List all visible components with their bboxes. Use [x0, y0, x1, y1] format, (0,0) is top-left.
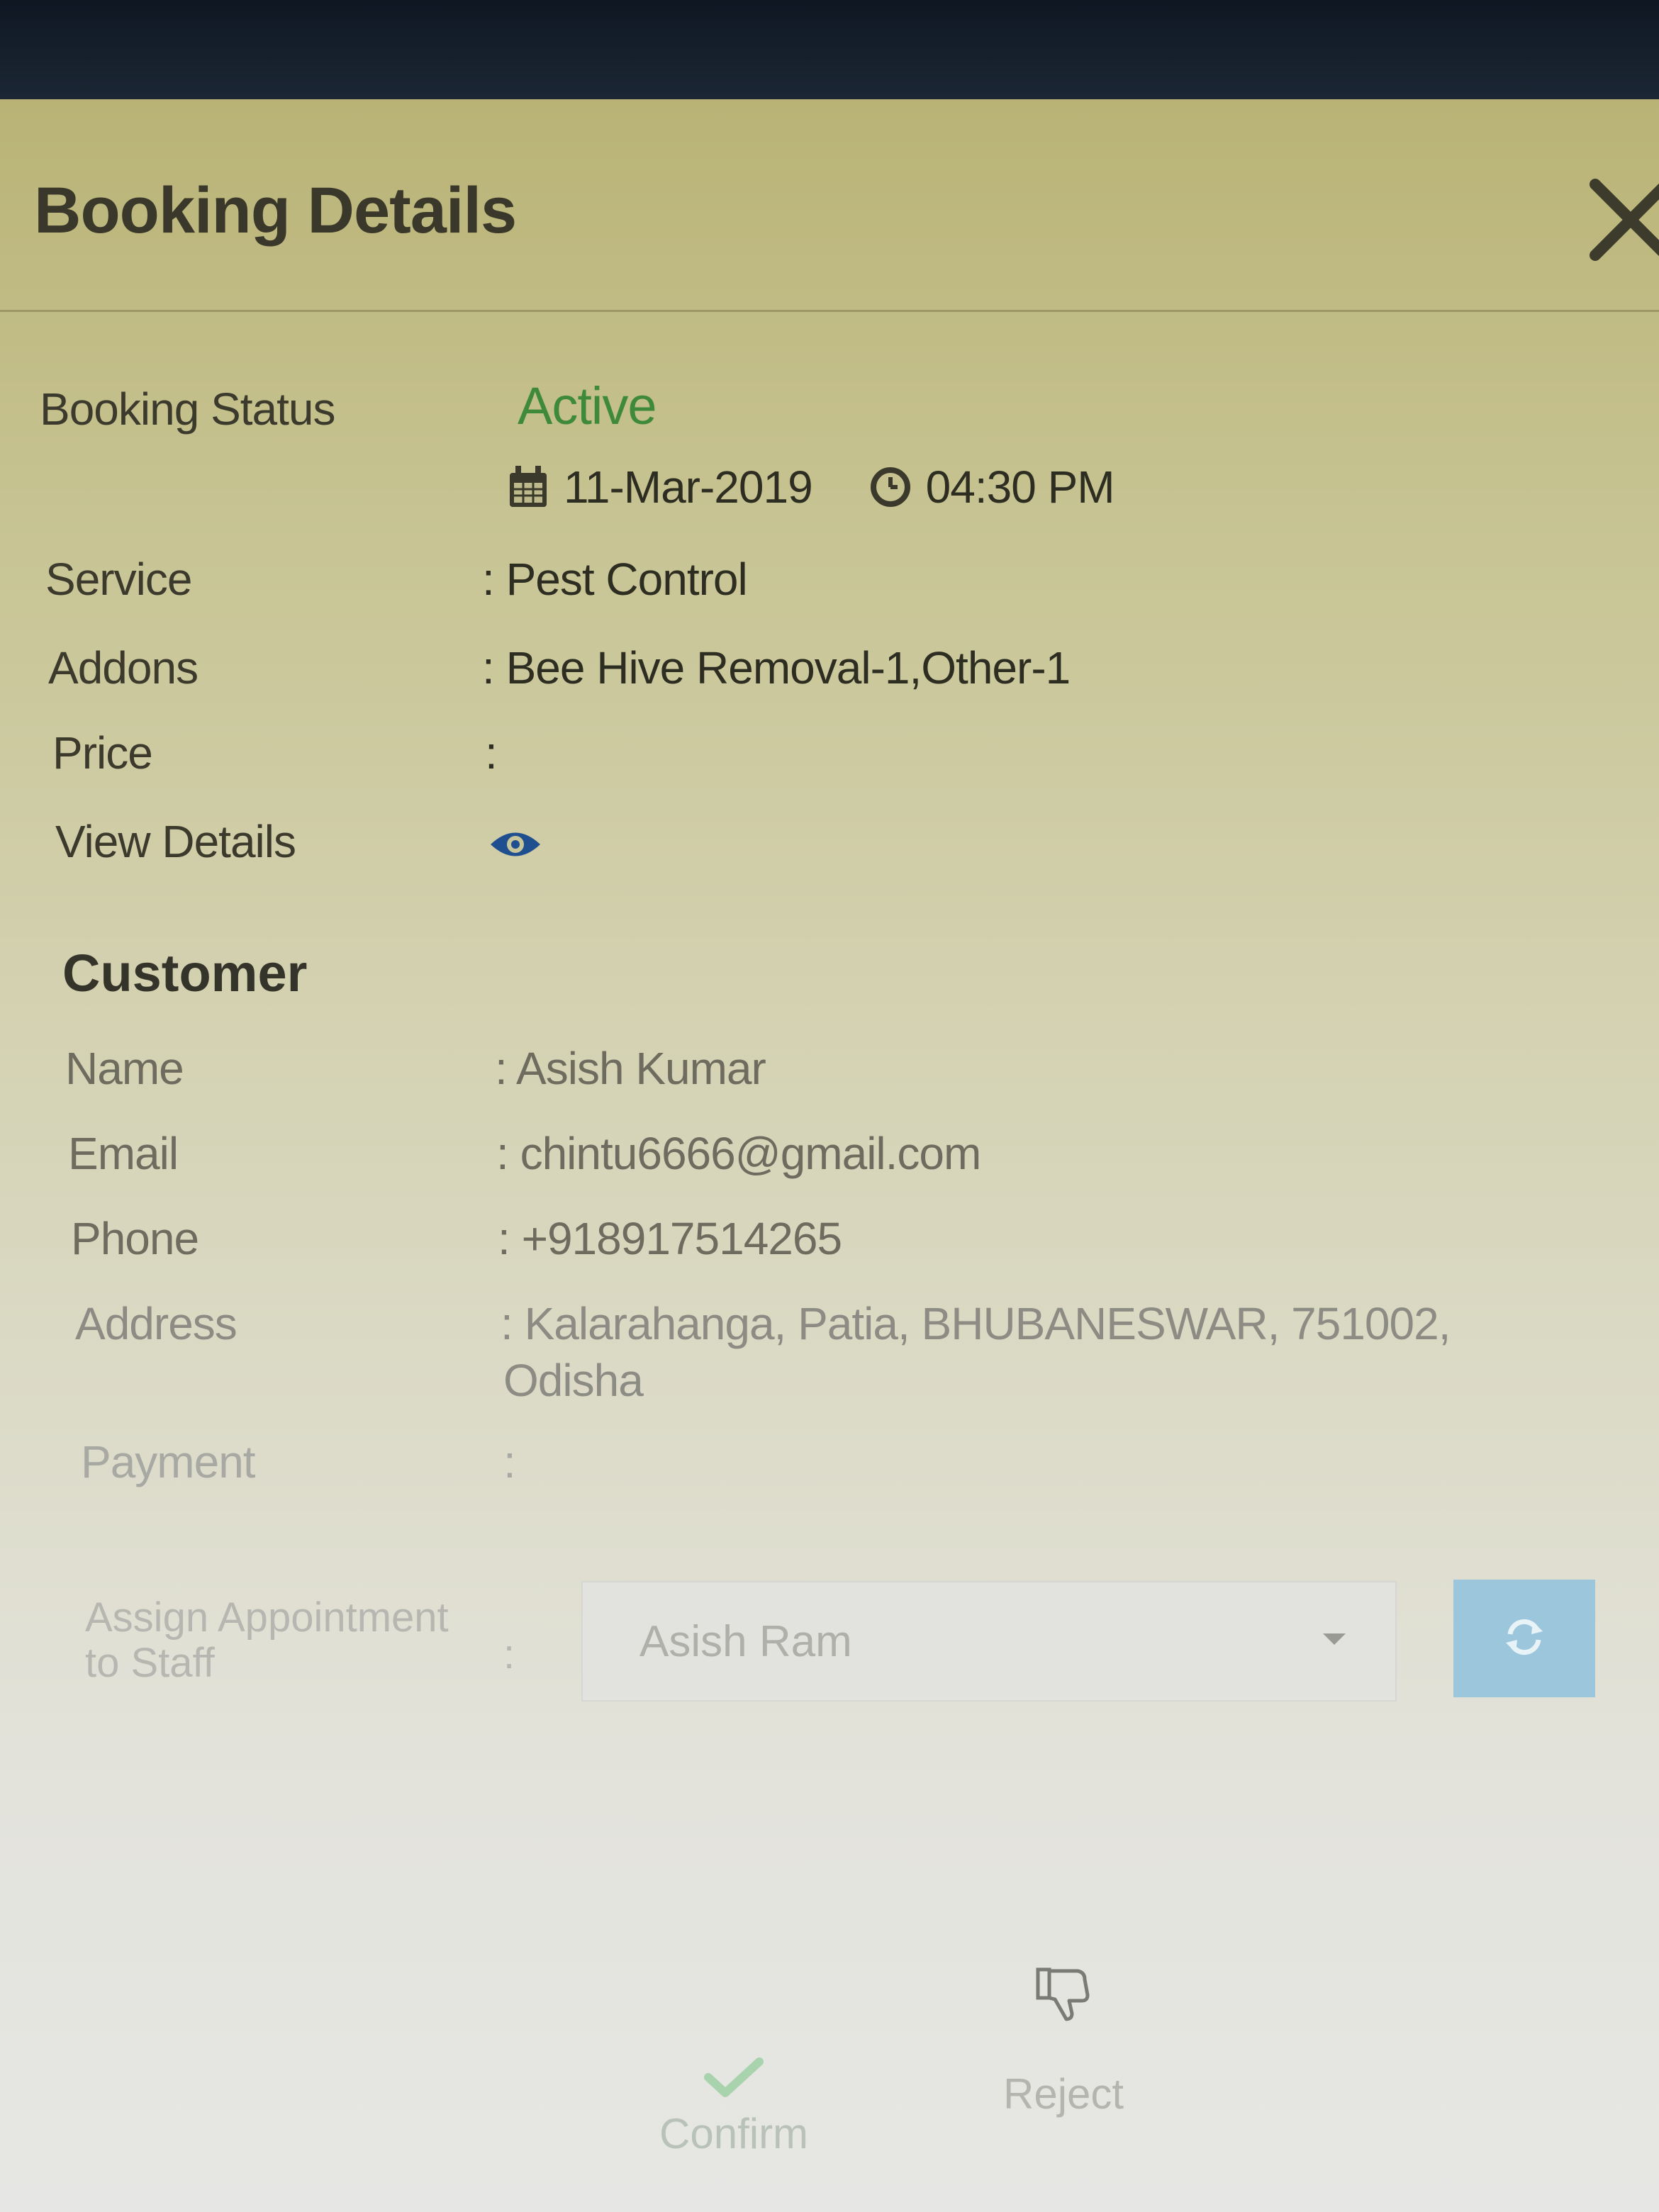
booking-time: 04:30 PM: [925, 462, 1115, 513]
confirm-button[interactable]: Confirm: [659, 2056, 808, 2158]
date-time: 11-Mar-2019 04:30 PM: [507, 461, 1115, 513]
view-details-button[interactable]: [489, 828, 542, 864]
background-strip: [0, 0, 1659, 106]
eye-icon: [489, 832, 542, 864]
assign-colon: :: [503, 1631, 515, 1677]
staff-select[interactable]: Asish Ram: [581, 1581, 1397, 1702]
payment-value: :: [503, 1436, 516, 1487]
service-label: Service: [45, 554, 192, 605]
assign-staff-label: Assign Appointment to Staff: [85, 1594, 449, 1686]
refresh-icon: [1502, 1614, 1547, 1663]
modal-header: Booking Details: [0, 99, 1659, 312]
address-line-2: Odisha: [503, 1355, 644, 1406]
email-value: : chintu6666@gmail.com: [496, 1128, 981, 1179]
reject-button[interactable]: Reject: [1003, 1964, 1124, 2118]
price-value: :: [485, 727, 498, 778]
customer-heading: Customer: [62, 944, 308, 1002]
payment-label: Payment: [81, 1436, 256, 1487]
service-value: : Pest Control: [482, 554, 748, 605]
view-details-label: View Details: [55, 816, 296, 867]
reject-label: Reject: [1003, 2070, 1124, 2118]
thumbs-down-icon: [1034, 1964, 1093, 2027]
clock-icon: [869, 466, 912, 508]
address-line-1: : Kalarahanga, Patia, BHUBANESWAR, 75100…: [501, 1298, 1451, 1349]
addons-value: : Bee Hive Removal-1,Other-1: [482, 642, 1071, 693]
confirm-label: Confirm: [659, 2110, 809, 2157]
status-badge: Active: [518, 376, 657, 435]
check-icon: [704, 2056, 764, 2102]
phone-value: : +918917514265: [498, 1213, 842, 1264]
phone-label: Phone: [71, 1213, 199, 1264]
addons-label: Addons: [48, 642, 199, 693]
address-label: Address: [75, 1298, 238, 1349]
close-button[interactable]: [1581, 170, 1659, 269]
price-label: Price: [52, 727, 153, 778]
email-label: Email: [68, 1128, 179, 1179]
name-value: : Asish Kumar: [495, 1043, 766, 1094]
name-label: Name: [65, 1043, 184, 1094]
booking-date: 11-Mar-2019: [564, 462, 813, 513]
refresh-button[interactable]: [1453, 1580, 1595, 1697]
booking-details-modal: Booking Details Booking Status Active 11…: [0, 99, 1659, 2212]
staff-select-value: Asish Ram: [639, 1616, 852, 1666]
booking-status-label: Booking Status: [40, 384, 335, 435]
close-icon: [1581, 179, 1659, 272]
calendar-icon: [507, 464, 549, 510]
modal-title: Booking Details: [34, 174, 517, 247]
caret-down-icon: [1323, 1633, 1346, 1645]
